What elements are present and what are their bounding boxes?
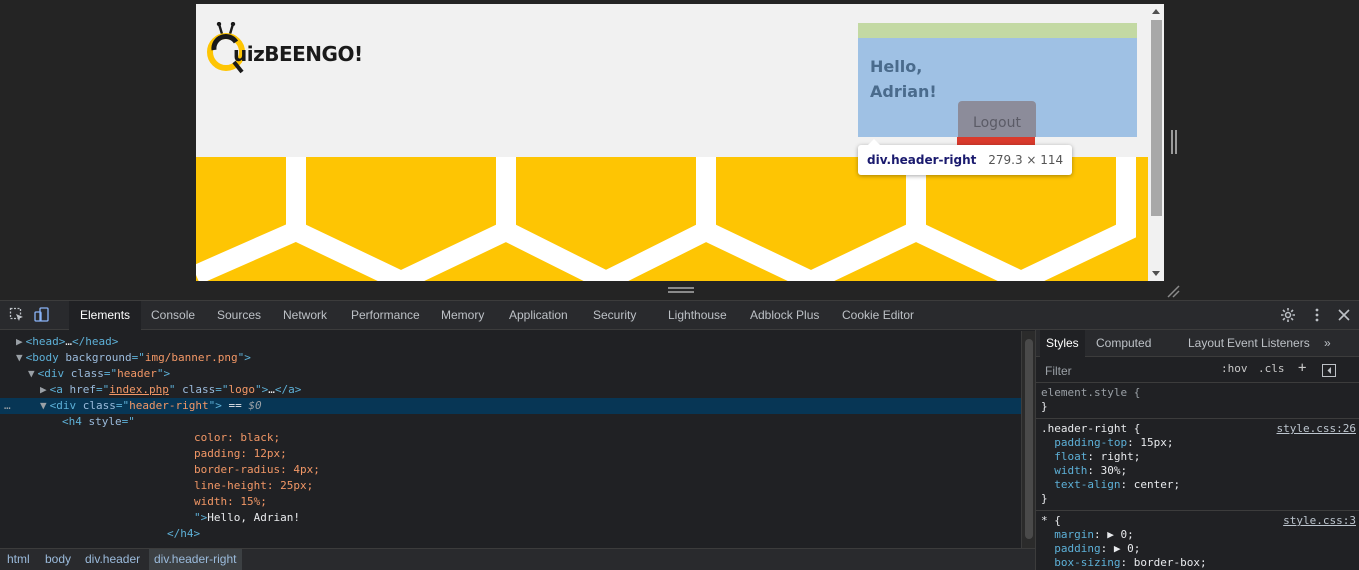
tab-console[interactable]: Console [151, 301, 195, 330]
honeycomb-pattern [196, 157, 1136, 281]
dom-node-line[interactable]: border-radius: 4px; [0, 462, 1021, 478]
corner-resize-icon[interactable] [1166, 284, 1180, 298]
css-property[interactable]: box-sizing: border-box; [1041, 556, 1356, 570]
styles-tab-computed[interactable]: Computed [1096, 330, 1151, 357]
breadcrumb-item[interactable]: div.header [80, 549, 145, 570]
tab-security[interactable]: Security [593, 301, 636, 330]
tab-application[interactable]: Application [509, 301, 568, 330]
dom-node-line[interactable]: ▼ <div class="header"> [0, 366, 1021, 382]
more-options-icon[interactable] [1309, 307, 1325, 323]
dom-node-line[interactable]: ▶ <head>…</head> [0, 334, 1021, 350]
tab-memory[interactable]: Memory [441, 301, 484, 330]
css-property[interactable]: text-align: center; [1041, 478, 1356, 492]
styles-filter-input[interactable]: Filter [1040, 361, 1212, 379]
dom-node-line[interactable]: padding: 12px; [0, 446, 1021, 462]
page-preview: uizBEENGO! Hello, Adrian! Logout div.hea… [196, 4, 1164, 281]
close-devtools-icon[interactable] [1336, 307, 1352, 323]
dom-node-line[interactable]: width: 15%; [0, 494, 1021, 510]
dom-tree-scrollbar[interactable] [1021, 331, 1035, 548]
tab-adblock-plus[interactable]: Adblock Plus [750, 301, 819, 330]
browser-viewport-area: uizBEENGO! Hello, Adrian! Logout div.hea… [0, 0, 1359, 300]
css-rule-selector: * {style.css:3 [1041, 514, 1356, 528]
styles-tab-layout[interactable]: Layout [1188, 330, 1224, 357]
css-property[interactable]: width: 30%; [1041, 464, 1356, 478]
hover-state-toggle[interactable]: :hov [1221, 362, 1248, 375]
tab-elements[interactable]: Elements [69, 301, 142, 330]
tab-network[interactable]: Network [283, 301, 327, 330]
css-property[interactable]: margin: ▶ 0; [1041, 528, 1356, 542]
new-rule-button[interactable]: + [1298, 360, 1306, 376]
highlight-margin-overlay [957, 137, 1035, 145]
selected-node-marker[interactable]: … [4, 398, 11, 414]
css-property[interactable]: padding: ▶ 0; [1041, 542, 1356, 556]
styles-tab-styles[interactable]: Styles [1040, 330, 1085, 357]
styles-tabbar: Styles Computed Layout Event Listeners » [1036, 330, 1359, 357]
dom-node-line[interactable]: color: black; [0, 430, 1021, 446]
tab-performance[interactable]: Performance [351, 301, 420, 330]
inspect-element-icon[interactable] [9, 307, 25, 323]
styles-tab-event-listeners[interactable]: Event Listeners [1227, 330, 1310, 357]
tooltip-dimensions: 279.3 × 114 [988, 153, 1064, 167]
rule-divider [1036, 418, 1359, 419]
side-resize-handle[interactable] [1171, 130, 1177, 154]
logo-text: uizBEENGO! [233, 42, 363, 66]
styles-sidebar: Styles Computed Layout Event Listeners » Fil… [1035, 330, 1359, 570]
honeycomb-banner [196, 157, 1148, 281]
breadcrumb-item[interactable]: html [2, 549, 35, 570]
dom-node-line[interactable]: ▶ <a href="index.php" class="logo">…</a> [0, 382, 1021, 398]
css-source-link[interactable]: style.css:3 [1283, 514, 1356, 528]
dom-tree-scroll-thumb[interactable] [1025, 339, 1033, 539]
tab-lighthouse[interactable]: Lighthouse [668, 301, 727, 330]
greeting-heading: Hello, Adrian! [870, 57, 937, 101]
settings-gear-icon[interactable] [1280, 307, 1296, 323]
dom-node-line[interactable]: line-height: 25px; [0, 478, 1021, 494]
rule-close: } [1041, 400, 1048, 413]
inspect-tooltip: div.header-right 279.3 × 114 [858, 139, 1073, 175]
breadcrumb-item[interactable]: div.header-right [149, 549, 242, 570]
breadcrumb: html body div.header div.header-right [0, 548, 1035, 570]
scroll-up-icon[interactable] [1152, 9, 1160, 14]
dom-node-line[interactable]: ">Hello, Adrian! [0, 510, 1021, 526]
css-property[interactable]: padding-top: 15px; [1041, 436, 1356, 450]
header-right-highlight: Hello, Adrian! Logout [858, 38, 1137, 137]
devtools-panel: Elements Console Sources Network Performance… [0, 300, 1359, 570]
highlight-padding-overlay [858, 23, 1137, 38]
rule-close: } [1041, 492, 1048, 505]
toggle-sidebar-icon[interactable] [1322, 364, 1336, 377]
tab-cookie-editor[interactable]: Cookie Editor [842, 301, 914, 330]
more-tabs-icon[interactable]: » [1324, 330, 1331, 357]
element-style-rule: element.style { [1041, 386, 1141, 399]
bottom-resize-handle[interactable] [668, 287, 694, 293]
dom-node-line[interactable]: … ▼ <div class="header-right"> == $0 [0, 398, 1021, 414]
scroll-down-icon[interactable] [1152, 271, 1160, 276]
styles-filter-row: Filter :hov .cls + [1036, 357, 1359, 383]
devtools-tabbar: Elements Console Sources Network Performance… [0, 301, 1359, 330]
dom-node-line[interactable]: </h4> [0, 526, 1021, 542]
css-source-link[interactable]: style.css:26 [1277, 422, 1356, 436]
dom-tree[interactable]: ▶ <head>…</head> ▼ <body background="img/ba… [0, 331, 1021, 548]
scrollbar-thumb[interactable] [1151, 20, 1162, 216]
class-toggle[interactable]: .cls [1258, 362, 1285, 375]
dom-node-line[interactable]: <h4 style=" [0, 414, 1021, 430]
rule-divider [1036, 510, 1359, 511]
dom-node-line[interactable]: ▼ <body background="img/banner.png"> [0, 350, 1021, 366]
tab-sources[interactable]: Sources [217, 301, 261, 330]
device-toolbar-icon[interactable] [34, 307, 50, 323]
breadcrumb-item[interactable]: body [40, 549, 76, 570]
css-property[interactable]: float: right; [1041, 450, 1356, 464]
logout-button[interactable]: Logout [958, 101, 1036, 137]
tooltip-selector: div.header-right [867, 153, 977, 167]
css-rule-selector: .header-right {style.css:26 [1041, 422, 1356, 436]
site-logo[interactable]: uizBEENGO! [206, 21, 376, 76]
page-scrollbar[interactable] [1148, 4, 1164, 281]
